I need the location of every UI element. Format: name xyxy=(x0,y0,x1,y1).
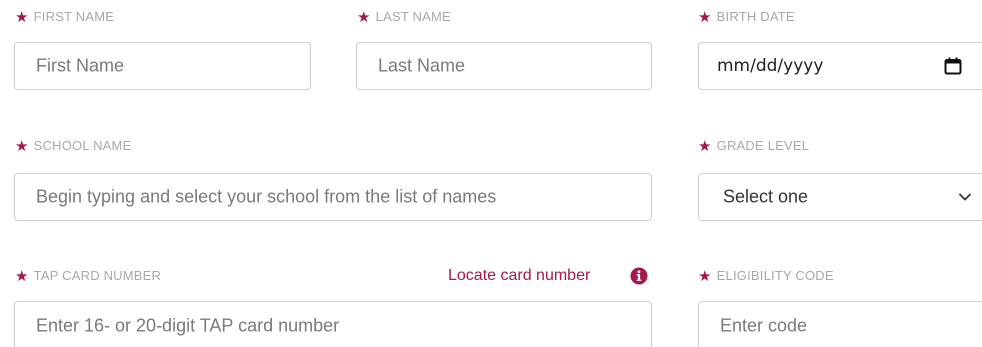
required-star-icon: ★ xyxy=(15,138,29,155)
first-name-label: ★ FIRST NAME xyxy=(15,9,114,26)
eligibility-code-label: ★ ELIGIBILITY CODE xyxy=(698,268,834,285)
required-star-icon: ★ xyxy=(698,268,712,285)
required-star-icon: ★ xyxy=(15,268,29,285)
school-name-label: ★ SCHOOL NAME xyxy=(15,138,131,155)
first-name-field[interactable]: First Name xyxy=(14,42,311,90)
required-star-icon: ★ xyxy=(698,138,712,155)
locate-card-number-link[interactable]: Locate card number xyxy=(448,266,590,286)
grade-level-label: ★ GRADE LEVEL xyxy=(698,138,809,155)
grade-level-select[interactable]: Select one xyxy=(698,173,982,221)
birth-date-field[interactable]: mm/dd/yyyy xyxy=(698,42,982,90)
tap-card-placeholder: Enter 16- or 20-digit TAP card number xyxy=(36,315,340,336)
last-name-field[interactable]: Last Name xyxy=(356,42,652,90)
required-star-icon: ★ xyxy=(15,9,29,26)
required-star-icon: ★ xyxy=(357,9,371,26)
tap-card-label-text: TAP CARD NUMBER xyxy=(33,268,162,283)
info-icon[interactable] xyxy=(630,267,648,285)
school-name-field[interactable]: Begin typing and select your school from… xyxy=(14,173,652,221)
required-star-icon: ★ xyxy=(698,9,712,26)
birth-date-value: mm/dd/yyyy xyxy=(717,56,824,76)
eligibility-code-placeholder: Enter code xyxy=(720,315,808,336)
tap-card-field[interactable]: Enter 16- or 20-digit TAP card number xyxy=(14,301,652,347)
eligibility-code-field[interactable]: Enter code xyxy=(698,301,982,347)
tap-card-label: ★ TAP CARD NUMBER xyxy=(15,268,161,285)
grade-level-label-text: GRADE LEVEL xyxy=(716,138,810,153)
eligibility-code-label-text: ELIGIBILITY CODE xyxy=(716,268,834,283)
school-name-placeholder: Begin typing and select your school from… xyxy=(36,186,497,207)
school-name-label-text: SCHOOL NAME xyxy=(33,138,132,153)
calendar-icon[interactable] xyxy=(944,57,962,75)
birth-date-label: ★ BIRTH DATE xyxy=(698,9,795,26)
student-registration-form: ★ FIRST NAME First Name ★ LAST NAME Last N… xyxy=(0,0,982,347)
grade-level-value: Select one xyxy=(723,186,809,207)
last-name-placeholder: Last Name xyxy=(378,55,466,76)
birth-date-label-text: BIRTH DATE xyxy=(716,9,795,24)
first-name-placeholder: First Name xyxy=(36,55,125,76)
last-name-label: ★ LAST NAME xyxy=(357,9,451,26)
chevron-down-icon[interactable] xyxy=(958,192,972,202)
last-name-label-text: LAST NAME xyxy=(375,9,451,24)
first-name-label-text: FIRST NAME xyxy=(33,9,115,24)
